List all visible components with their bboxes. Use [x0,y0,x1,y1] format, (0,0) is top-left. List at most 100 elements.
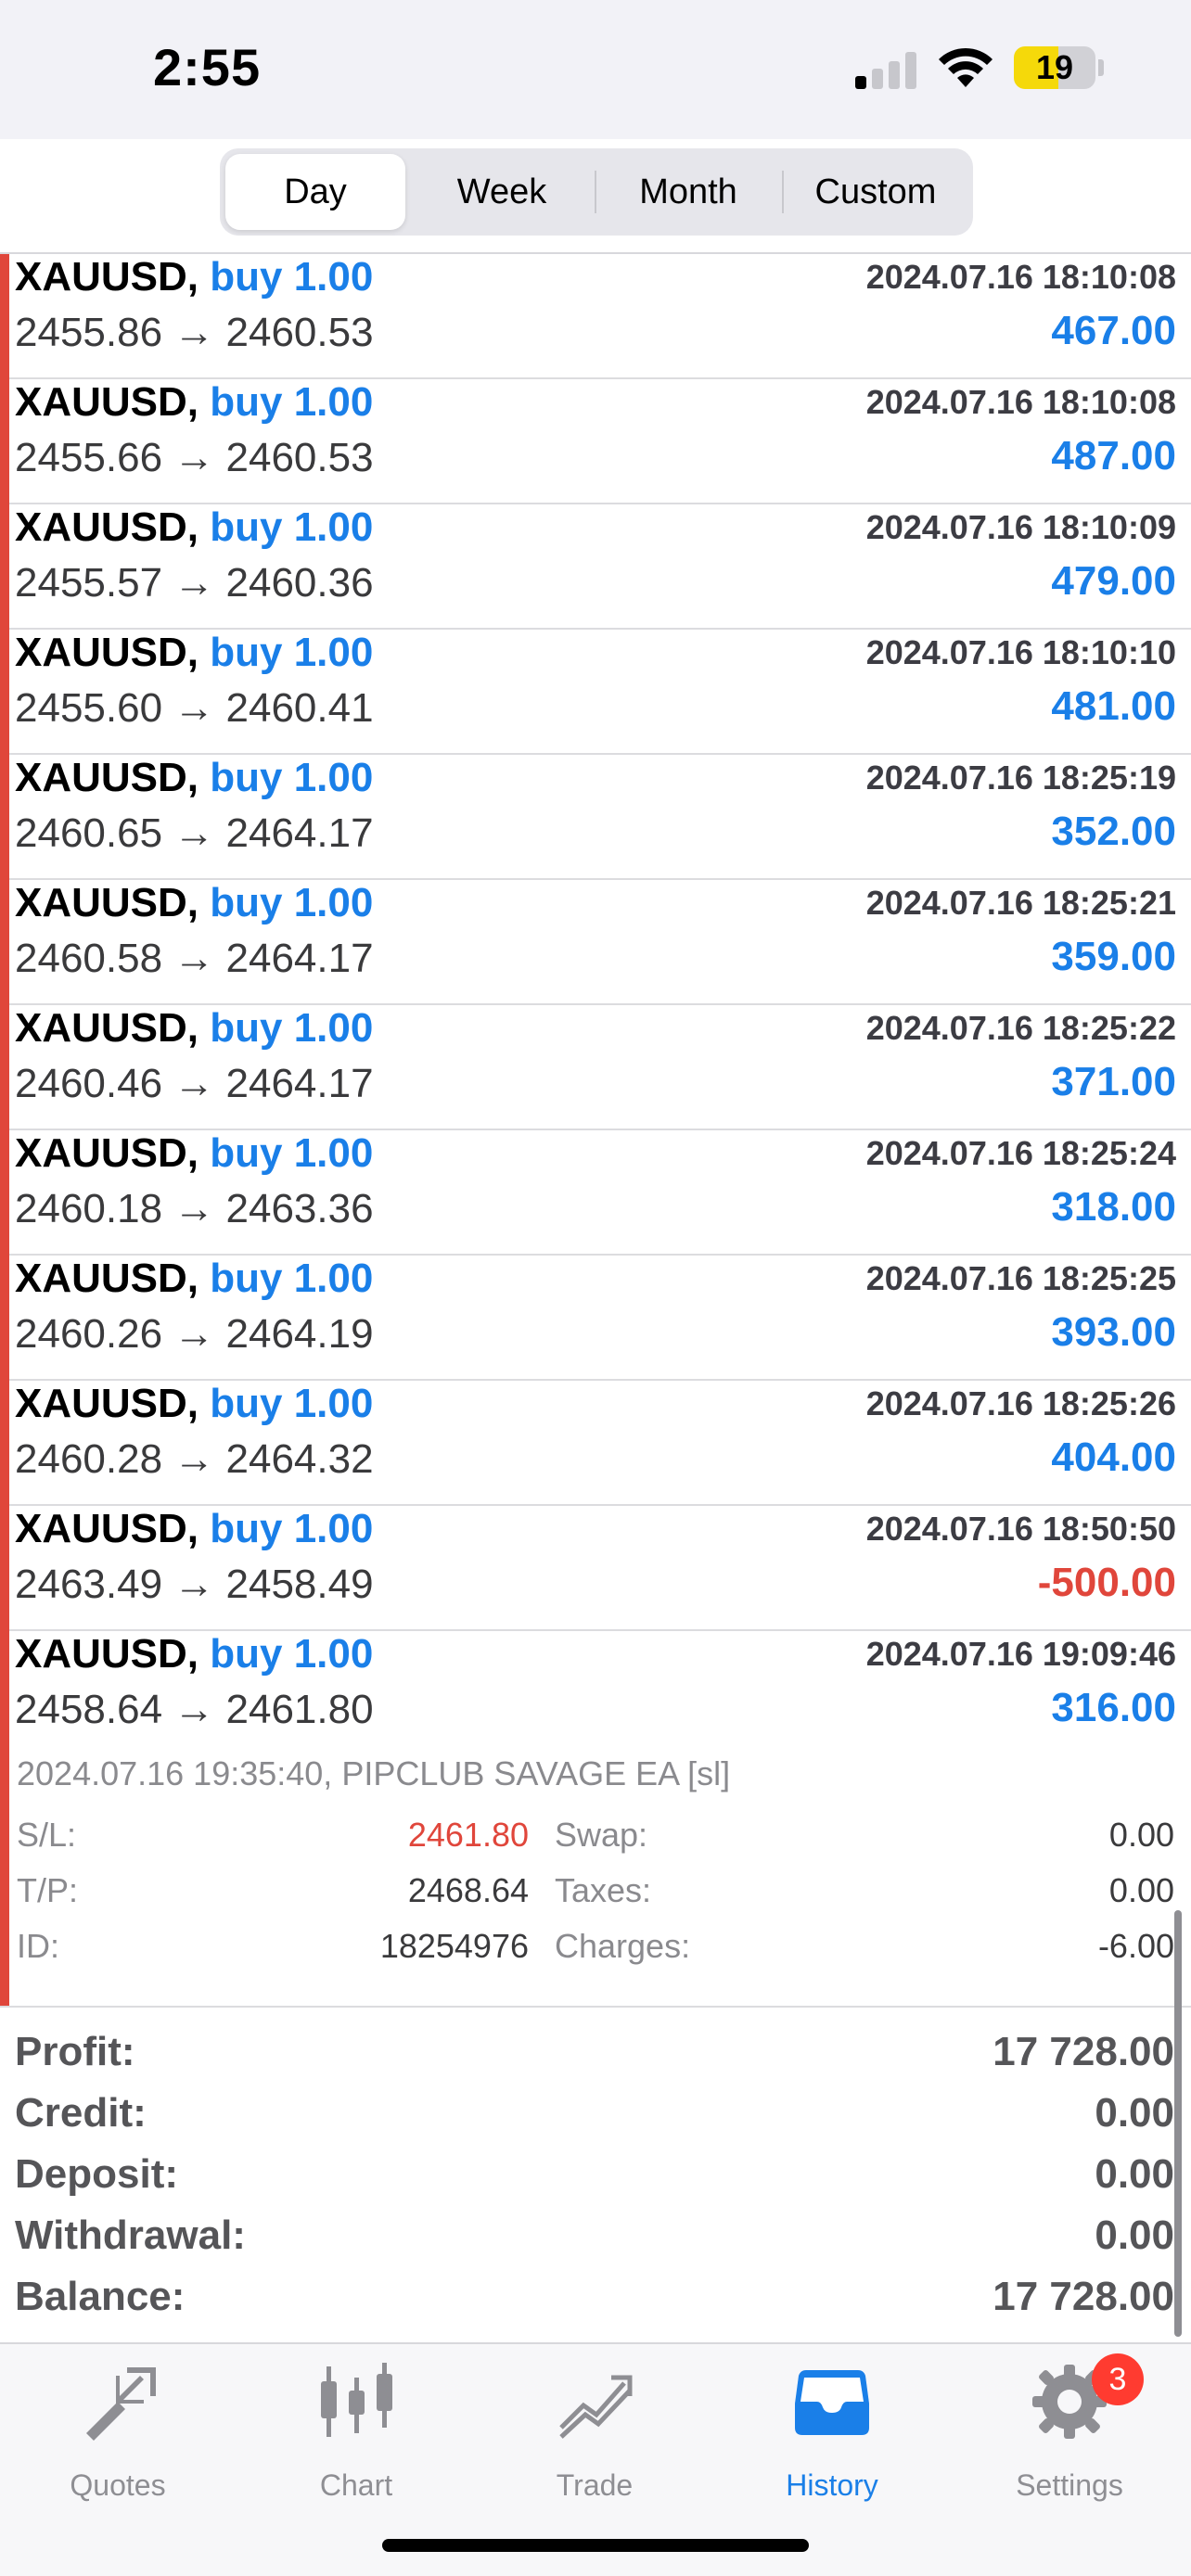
deal-symbol: XAUUSD, buy 1.00 [15,504,373,551]
tab-custom[interactable]: Custom [784,154,967,230]
status-time: 2:55 [153,38,262,96]
deal-row[interactable]: XAUUSD, buy 1.00 2024.07.16 18:25:21 2460.… [0,880,1191,1005]
deal-prices: 2460.28 → 2464.32 [15,1436,374,1482]
deal-time: 2024.07.16 18:10:09 [865,508,1176,546]
deal-symbol-text: XAUUSD, [15,880,199,925]
deal-profit: 404.00 [1051,1435,1176,1480]
tab-month[interactable]: Month [596,154,780,230]
deal-side: buy 1.00 [210,880,374,925]
deal-row[interactable]: XAUUSD, buy 1.00 2024.07.16 18:25:22 2460.… [0,1005,1191,1130]
tab-settings-label: Settings [1016,2468,1123,2502]
swap-value: 0.00 [1108,1816,1174,1854]
tab-history[interactable]: History [739,2363,925,2502]
settings-badge: 3 [1092,2353,1144,2405]
deal-row[interactable]: XAUUSD, buy 1.00 2024.07.16 18:10:08 2455.… [0,254,1191,379]
deal-symbol: XAUUSD, buy 1.00 [15,379,373,426]
tab-chart[interactable]: Chart [263,2363,449,2502]
scrollbar[interactable] [1174,1910,1182,2337]
credit-value: 0.00 [1095,2090,1174,2136]
tab-day[interactable]: Day [225,154,405,230]
deal-row[interactable]: XAUUSD, buy 1.00 2024.07.16 18:10:10 2455.… [0,630,1191,755]
deal-side: buy 1.00 [210,1631,374,1677]
deal-prices: 2455.57 → 2460.36 [15,560,374,606]
deal-symbol: XAUUSD, buy 1.00 [15,1130,373,1177]
deal-side: buy 1.00 [210,1130,374,1176]
balance-value: 17 728.00 [992,2274,1174,2319]
deal-symbol-text: XAUUSD, [15,379,199,425]
charges-value: -6.00 [1097,1927,1174,1965]
deal-row[interactable]: XAUUSD, buy 1.00 2024.07.16 18:25:26 2460.… [0,1381,1191,1506]
deal-symbol: XAUUSD, buy 1.00 [15,755,373,801]
deal-prices: 2455.86 → 2460.53 [15,310,374,355]
deal-symbol-text: XAUUSD, [15,1506,199,1551]
deal-symbol-text: XAUUSD, [15,1130,199,1176]
swap-label: Swap: [555,1816,648,1854]
deal-symbol-text: XAUUSD, [15,1256,199,1301]
deal-profit: 316.00 [1051,1685,1176,1730]
deal-symbol: XAUUSD, buy 1.00 [15,1005,373,1052]
deal-symbol: XAUUSD, buy 1.00 [15,880,373,926]
deal-symbol: XAUUSD, buy 1.00 [15,254,373,300]
deal-symbol: XAUUSD, buy 1.00 [15,630,373,676]
tab-history-label: History [786,2468,878,2502]
deal-profit: 371.00 [1051,1059,1176,1104]
deal-row[interactable]: XAUUSD, buy 1.00 2024.07.16 18:25:25 2460.… [0,1256,1191,1381]
deal-symbol: XAUUSD, buy 1.00 [15,1381,373,1427]
deal-time: 2024.07.16 18:25:24 [865,1134,1176,1172]
tp-label: T/P: [17,1871,79,1909]
deal-profit: 393.00 [1051,1309,1176,1355]
sl-label: S/L: [17,1816,77,1854]
credit-label: Credit: [15,2090,147,2136]
deal-time: 2024.07.16 18:25:26 [865,1384,1176,1422]
deal-prices: 2455.66 → 2460.53 [15,435,374,480]
deal-profit: 481.00 [1051,683,1176,729]
id-value: 18254976 [379,1927,529,1965]
trade-icon [559,2375,633,2439]
deal-prices: 2460.65 → 2464.17 [15,810,374,856]
tab-week[interactable]: Week [411,154,593,230]
deal-prices: 2455.60 → 2460.41 [15,685,374,731]
tab-trade-label: Trade [556,2468,634,2502]
deal-symbol-text: XAUUSD, [15,254,199,300]
deal-row[interactable]: XAUUSD, buy 1.00 2024.07.16 18:10:08 2455.… [0,379,1191,504]
deal-time: 2024.07.16 18:10:10 [865,633,1176,671]
deal-time: 2024.07.16 19:09:46 [865,1635,1176,1673]
tab-trade[interactable]: Trade [502,2363,687,2502]
tab-quotes[interactable]: Quotes [25,2363,211,2502]
deal-row[interactable]: XAUUSD, buy 1.00 2024.07.16 18:10:09 2455.… [0,504,1191,630]
deal-side: buy 1.00 [210,630,374,675]
deal-profit: 487.00 [1051,433,1176,478]
wifi-icon [939,47,992,87]
deal-row[interactable]: XAUUSD, buy 1.00 2024.07.16 19:09:46 2458.… [0,1631,1191,1756]
sl-value: 2461.80 [407,1816,529,1854]
tab-quotes-label: Quotes [70,2468,166,2502]
deal-profit: 479.00 [1051,558,1176,604]
deal-side: buy 1.00 [210,1506,374,1551]
profit-label: Profit: [15,2029,135,2074]
deal-symbol: XAUUSD, buy 1.00 [15,1256,373,1302]
battery-icon: 19 [1035,48,1074,86]
summary-divider [0,2006,1191,2008]
deal-row[interactable]: XAUUSD, buy 1.00 2024.07.16 18:25:24 2460.… [0,1130,1191,1256]
deposit-value: 0.00 [1095,2151,1174,2197]
battery-nub [1098,59,1104,76]
tab-chart-label: Chart [319,2468,393,2502]
deal-row[interactable]: XAUUSD, buy 1.00 2024.07.16 18:25:19 2460.… [0,755,1191,880]
deal-symbol-text: XAUUSD, [15,1005,199,1051]
balance-label: Balance: [15,2274,186,2319]
deal-symbol: XAUUSD, buy 1.00 [15,1631,373,1677]
deal-side: buy 1.00 [210,379,374,425]
deal-symbol-text: XAUUSD, [15,1381,199,1426]
tp-value: 2468.64 [407,1871,529,1909]
deposit-label: Deposit: [15,2151,178,2197]
deal-side: buy 1.00 [210,1256,374,1301]
deal-prices: 2460.46 → 2464.17 [15,1061,374,1106]
deal-symbol-text: XAUUSD, [15,504,199,550]
deal-time: 2024.07.16 18:25:22 [865,1009,1176,1047]
deal-prices: 2460.26 → 2464.19 [15,1311,374,1357]
deal-row[interactable]: XAUUSD, buy 1.00 2024.07.16 18:50:50 2463.… [0,1506,1191,1631]
deal-symbol-text: XAUUSD, [15,630,199,675]
deal-prices: 2458.64 → 2461.80 [15,1687,374,1732]
deal-side: buy 1.00 [210,254,374,300]
deal-profit: 359.00 [1051,934,1176,979]
